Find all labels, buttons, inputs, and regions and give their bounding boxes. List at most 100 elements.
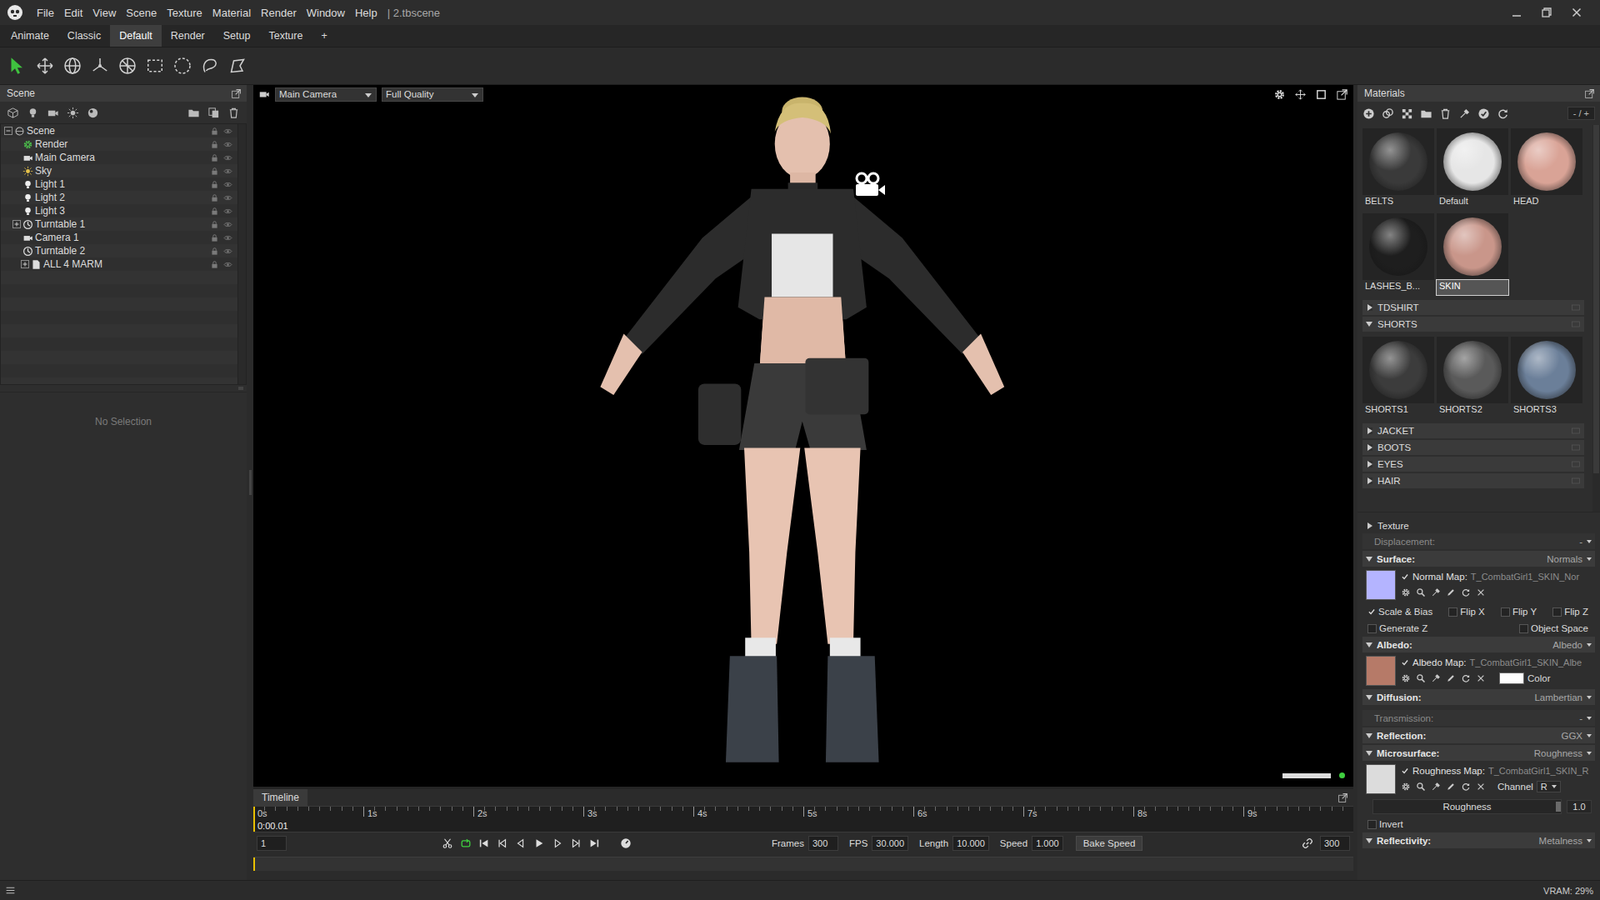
material-group[interactable]: BOOTS <box>1362 440 1585 455</box>
checkbox-item[interactable]: Scale & Bias <box>1367 606 1433 617</box>
scene-camera-icon[interactable] <box>853 171 887 199</box>
material-tile[interactable]: SHORTS1 <box>1362 336 1435 419</box>
workspace-tab[interactable]: Setup <box>214 25 260 47</box>
playhead[interactable]: 0:00.01 <box>253 806 304 832</box>
timeline-tab[interactable]: Timeline <box>253 789 308 806</box>
tree-item[interactable]: Scene <box>0 124 238 138</box>
timeline-field[interactable]: 1.000 <box>1031 835 1064 851</box>
checkbox-item[interactable]: Invert <box>1367 819 1404 830</box>
material-group[interactable]: TDSHIRT <box>1362 300 1585 315</box>
tree-item[interactable]: Sky <box>0 164 238 178</box>
swap-icon[interactable] <box>1381 107 1395 120</box>
material-tile[interactable]: SHORTS3 <box>1510 336 1583 419</box>
property-section[interactable]: Albedo:Albedo <box>1362 636 1595 653</box>
eye-icon[interactable] <box>223 260 233 270</box>
group-box-icon[interactable] <box>1570 302 1581 313</box>
checkbox-item[interactable]: Flip Y <box>1500 606 1537 617</box>
speed-icon[interactable] <box>620 837 632 850</box>
menu-item[interactable]: Material <box>207 6 256 20</box>
polylasso-tool-button[interactable] <box>225 54 250 79</box>
section-dropdown[interactable]: - <box>1579 536 1592 547</box>
lattice-tool-button[interactable] <box>115 54 140 79</box>
nextframe-icon[interactable] <box>551 837 564 850</box>
camera-dropdown[interactable]: Main Camera <box>275 87 377 102</box>
lock-icon[interactable] <box>210 126 220 136</box>
refresh-icon[interactable] <box>1460 781 1471 792</box>
check-icon[interactable] <box>1400 572 1410 581</box>
restore-icon[interactable] <box>1540 5 1554 20</box>
tree-item[interactable]: ALL 4 MARM <box>0 257 238 271</box>
refresh-icon[interactable] <box>1460 587 1471 598</box>
map-thumbnail[interactable] <box>1365 764 1396 795</box>
last-icon[interactable] <box>588 837 600 850</box>
search-icon[interactable] <box>1415 781 1426 792</box>
eye-icon[interactable] <box>223 126 233 136</box>
property-section[interactable]: Transmission:- <box>1362 710 1595 726</box>
pen-icon[interactable] <box>1445 673 1456 684</box>
cube-icon[interactable] <box>6 106 20 120</box>
property-section[interactable]: Reflectivity:Metalness <box>1362 832 1595 849</box>
material-group[interactable]: HAIR <box>1362 473 1585 489</box>
section-dropdown[interactable]: Albedo <box>1552 640 1592 650</box>
group-box-icon[interactable] <box>1570 319 1581 330</box>
group-box-icon[interactable] <box>1570 475 1581 486</box>
section-dropdown[interactable]: Normals <box>1546 554 1592 565</box>
material-tile[interactable]: SKIN <box>1436 213 1509 295</box>
lock-icon[interactable] <box>210 166 220 176</box>
search-icon[interactable] <box>1415 587 1426 598</box>
trash-icon[interactable] <box>1439 107 1452 120</box>
material-tile[interactable]: HEAD <box>1510 128 1583 210</box>
square-icon[interactable] <box>1315 88 1328 101</box>
bake-speed-button[interactable]: Bake Speed <box>1075 835 1144 851</box>
workspace-tab[interactable]: Classic <box>58 25 110 47</box>
lock-icon[interactable] <box>210 153 220 163</box>
tree-item[interactable]: Light 2 <box>0 190 238 205</box>
eye-icon[interactable] <box>223 140 233 150</box>
property-section[interactable]: Displacement:- <box>1362 533 1595 550</box>
copy-icon[interactable] <box>207 106 220 120</box>
gear-icon[interactable] <box>1400 673 1411 684</box>
menu-item[interactable]: Edit <box>59 6 88 20</box>
map-thumbnail[interactable] <box>1365 570 1396 600</box>
eye-icon[interactable] <box>223 206 233 216</box>
property-group[interactable]: Texture <box>1362 517 1595 534</box>
rect-tool-button[interactable] <box>142 54 167 79</box>
lasso-tool-button[interactable] <box>197 54 222 79</box>
first-icon[interactable] <box>478 837 490 850</box>
refresh-icon[interactable] <box>1460 673 1471 684</box>
time-ruler[interactable]: 0s1s2s3s4s5s6s7s8s9s0:00.01 <box>253 805 1354 833</box>
workspace-tab[interactable]: Texture <box>259 25 312 47</box>
gear-icon[interactable] <box>1400 587 1411 598</box>
close-icon[interactable] <box>1475 587 1486 598</box>
loop-icon[interactable] <box>460 837 472 850</box>
keyframe-track[interactable] <box>253 856 1354 871</box>
scissors-icon[interactable] <box>441 837 454 850</box>
move-tool-button[interactable] <box>32 54 57 79</box>
panel-splitter[interactable] <box>0 385 247 392</box>
materials-scrollbar[interactable] <box>1592 125 1600 512</box>
check-icon[interactable] <box>1477 107 1490 120</box>
add-icon[interactable] <box>1362 107 1375 120</box>
map-thumbnail[interactable] <box>1365 655 1396 686</box>
zoom-field[interactable]: - / + <box>1567 106 1595 120</box>
checkbox-item[interactable]: Flip Z <box>1552 606 1589 617</box>
check-icon[interactable] <box>1400 658 1410 667</box>
gear-icon[interactable] <box>1273 88 1286 101</box>
property-section[interactable]: Reflection:GGX <box>1362 727 1595 744</box>
expander-icon[interactable] <box>20 260 30 269</box>
tree-item[interactable]: Main Camera <box>0 150 238 165</box>
refresh-icon[interactable] <box>1496 107 1510 120</box>
menu-item[interactable]: File <box>31 6 60 20</box>
lock-icon[interactable] <box>210 180 220 190</box>
menu-item[interactable]: Texture <box>161 6 208 20</box>
section-dropdown[interactable]: - <box>1579 713 1592 724</box>
material-tile[interactable]: SHORTS2 <box>1436 336 1509 419</box>
expander-icon[interactable] <box>4 126 13 135</box>
timeline-field[interactable]: 10.000 <box>952 835 990 851</box>
eye-icon[interactable] <box>223 220 233 230</box>
move-icon[interactable] <box>1294 88 1307 101</box>
workspace-tab[interactable]: Animate <box>1 25 59 47</box>
eye-icon[interactable] <box>223 180 233 190</box>
property-section[interactable]: Microsurface:Roughness <box>1362 745 1595 761</box>
property-section[interactable]: Diffusion:Lambertian <box>1362 689 1595 705</box>
